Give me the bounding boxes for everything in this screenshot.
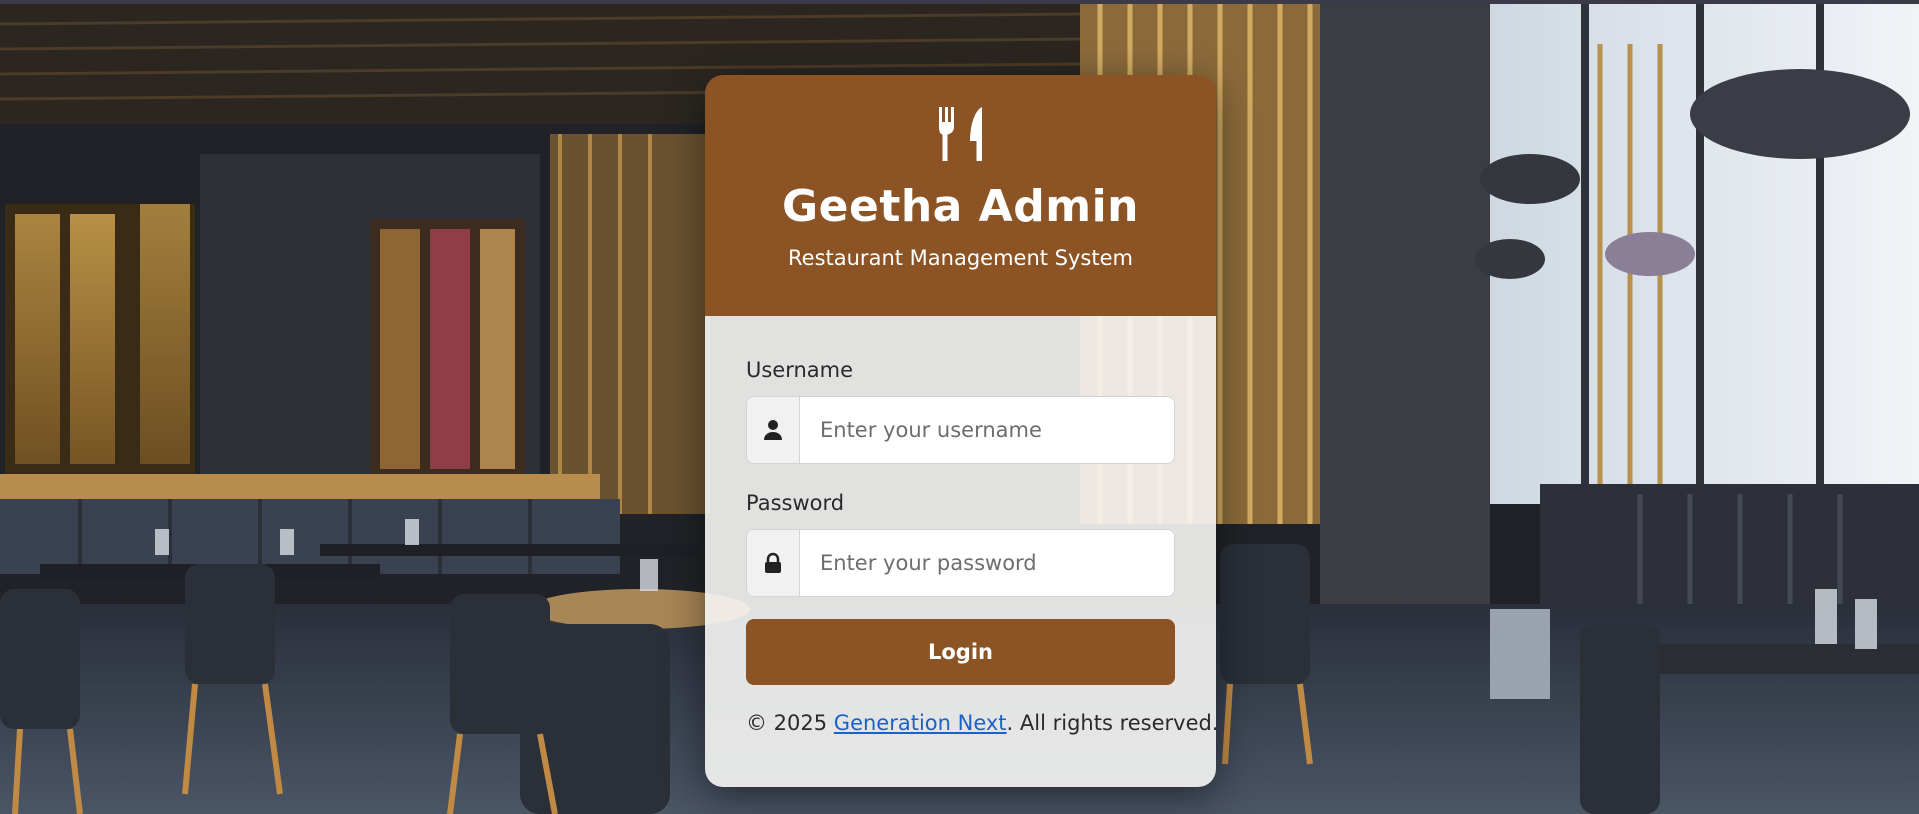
username-label: Username: [746, 358, 854, 382]
lock-icon-addon: [747, 530, 800, 596]
app-title: Geetha Admin: [782, 181, 1139, 232]
user-icon: [764, 420, 782, 440]
password-input[interactable]: [800, 530, 1174, 596]
username-input[interactable]: [800, 397, 1174, 463]
login-card-header: Geetha Admin Restaurant Management Syste…: [705, 75, 1216, 316]
copyright-suffix: . All rights reserved.: [1006, 711, 1216, 735]
login-form: Username Password Login © 2025: [705, 316, 1216, 787]
utensils-icon: [938, 107, 982, 161]
window-top-bar: [0, 0, 1919, 4]
login-card: Geetha Admin Restaurant Management Syste…: [705, 75, 1216, 787]
user-icon-addon: [747, 397, 800, 463]
copyright-prefix: © 2025: [746, 711, 834, 735]
app-subtitle: Restaurant Management System: [788, 246, 1133, 270]
login-button[interactable]: Login: [746, 619, 1175, 685]
generation-next-link[interactable]: Generation Next: [834, 711, 1007, 735]
copyright-footer: © 2025 Generation Next. All rights reser…: [746, 711, 1216, 735]
username-input-group: [746, 396, 1175, 464]
password-input-group: [746, 529, 1175, 597]
password-label: Password: [746, 491, 845, 515]
lock-icon: [765, 552, 781, 573]
